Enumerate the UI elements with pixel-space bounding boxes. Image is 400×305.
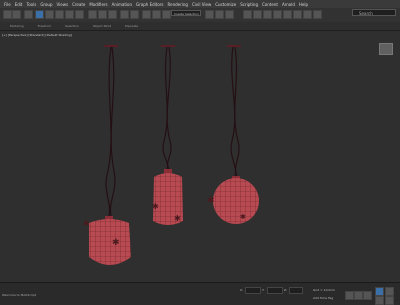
menu-item[interactable]: Views bbox=[57, 2, 69, 7]
render-icon[interactable] bbox=[225, 10, 234, 19]
add-time-tag[interactable]: Add Time Tag bbox=[313, 296, 333, 300]
ribbon-tab[interactable]: Object Paint bbox=[93, 24, 111, 28]
ribbon-tab[interactable]: Modeling bbox=[10, 24, 24, 28]
arnold-icon[interactable] bbox=[303, 10, 312, 19]
curve-editor-icon[interactable] bbox=[243, 10, 252, 19]
select-by-name-icon[interactable] bbox=[45, 10, 54, 19]
z-label: Z: bbox=[284, 288, 288, 292]
play-forward-icon[interactable] bbox=[363, 291, 372, 300]
flower-decal: ✱ bbox=[112, 238, 120, 248]
grid-size: Grid = 10.0cm bbox=[313, 288, 335, 292]
z-coord-field[interactable] bbox=[289, 287, 303, 294]
menu-item[interactable]: Help bbox=[299, 2, 308, 7]
angle-snap-icon[interactable] bbox=[98, 10, 107, 19]
link-icon[interactable] bbox=[24, 10, 33, 19]
menu-item[interactable]: Create bbox=[72, 2, 85, 7]
extra-tool-icon[interactable] bbox=[313, 10, 322, 19]
menu-item[interactable]: Group bbox=[40, 2, 52, 7]
menu-item[interactable]: Edit bbox=[15, 2, 23, 7]
menu-item[interactable]: Animation bbox=[112, 2, 132, 7]
menu-item[interactable]: Modifiers bbox=[89, 2, 107, 7]
snap-icon[interactable] bbox=[88, 10, 97, 19]
flower-decal: ✱ bbox=[174, 214, 181, 223]
y-coord-field[interactable] bbox=[267, 287, 283, 294]
render-frame-icon[interactable] bbox=[215, 10, 224, 19]
mirror-icon[interactable] bbox=[120, 10, 129, 19]
status-bar: Welcome to MAXScript X: Y: Z: Grid = 10.… bbox=[0, 282, 400, 305]
ribbon-tab[interactable]: Selection bbox=[65, 24, 79, 28]
flower-decal: ✱ bbox=[152, 202, 159, 211]
percent-snap-icon[interactable] bbox=[108, 10, 117, 19]
zoom-icon[interactable] bbox=[375, 296, 384, 305]
dope-sheet-icon[interactable] bbox=[253, 10, 262, 19]
pendant-lamp-left[interactable]: ✱ ✱ bbox=[83, 45, 131, 265]
select-object-icon[interactable] bbox=[35, 10, 44, 19]
search-input[interactable]: Search bbox=[352, 9, 396, 16]
schematic-icon[interactable] bbox=[152, 10, 161, 19]
undo-icon[interactable] bbox=[3, 10, 12, 19]
menu-item[interactable]: Arnold bbox=[282, 2, 295, 7]
play-icon[interactable] bbox=[354, 291, 363, 300]
y-label: Y: bbox=[262, 288, 265, 292]
pendant-lamp-right[interactable]: ✱ ✱ bbox=[207, 45, 259, 224]
ribbon-tab[interactable]: Freeform bbox=[38, 24, 51, 28]
menu-item[interactable]: Content bbox=[262, 2, 278, 7]
ribbon-tab[interactable]: Populate bbox=[125, 24, 138, 28]
layer-icon[interactable] bbox=[142, 10, 151, 19]
maximize-viewport-icon[interactable] bbox=[385, 296, 394, 305]
viewport-label[interactable]: [+] [Perspective] [Standard] [Default Sh… bbox=[2, 33, 72, 37]
viewport-layout-icon[interactable] bbox=[263, 10, 272, 19]
x-label: X: bbox=[240, 288, 244, 292]
menu-item[interactable]: Rendering bbox=[168, 2, 188, 7]
menu-item[interactable]: File bbox=[4, 2, 11, 7]
pendant-lamp-middle[interactable]: ✱ ✱ bbox=[152, 45, 183, 225]
perspective-viewport[interactable]: [+] [Perspective] [Standard] [Default Sh… bbox=[0, 30, 400, 283]
menu-item[interactable]: Civil View bbox=[192, 2, 211, 7]
menu-item[interactable]: Graph Editors bbox=[136, 2, 163, 7]
effects-icon[interactable] bbox=[283, 10, 292, 19]
material-editor-icon[interactable] bbox=[162, 10, 171, 19]
menu-item[interactable]: Customize bbox=[215, 2, 236, 7]
environment-icon[interactable] bbox=[273, 10, 282, 19]
menu-item[interactable]: Scripting bbox=[240, 2, 258, 7]
flower-decal: ✱ bbox=[240, 213, 246, 221]
pan-icon[interactable] bbox=[375, 287, 384, 296]
selection-set-dropdown[interactable]: Create Selection Set bbox=[171, 10, 201, 16]
move-icon[interactable] bbox=[55, 10, 64, 19]
maxscript-listener[interactable]: Welcome to MAXScript bbox=[2, 293, 36, 297]
teapot-render-icon[interactable] bbox=[293, 10, 302, 19]
scale-icon[interactable] bbox=[75, 10, 84, 19]
flower-decal: ✱ bbox=[83, 219, 90, 228]
menu-item[interactable]: Tools bbox=[26, 2, 36, 7]
orbit-icon[interactable] bbox=[385, 287, 394, 296]
menu-bar: File Edit Tools Group Views Create Modifiers An… bbox=[0, 0, 400, 8]
align-icon[interactable] bbox=[130, 10, 139, 19]
scene-canvas: ✱ ✱ ✱ ✱ ✱ ✱ bbox=[83, 45, 259, 265]
redo-icon[interactable] bbox=[12, 10, 21, 19]
play-back-icon[interactable] bbox=[345, 291, 354, 300]
viewcube-icon[interactable] bbox=[379, 43, 393, 55]
rotate-icon[interactable] bbox=[65, 10, 74, 19]
x-coord-field[interactable] bbox=[245, 287, 261, 294]
render-setup-icon[interactable] bbox=[205, 10, 214, 19]
flower-decal: ✱ bbox=[207, 196, 215, 206]
ribbon: Modeling Freeform Selection Object Paint Pop… bbox=[0, 22, 400, 30]
